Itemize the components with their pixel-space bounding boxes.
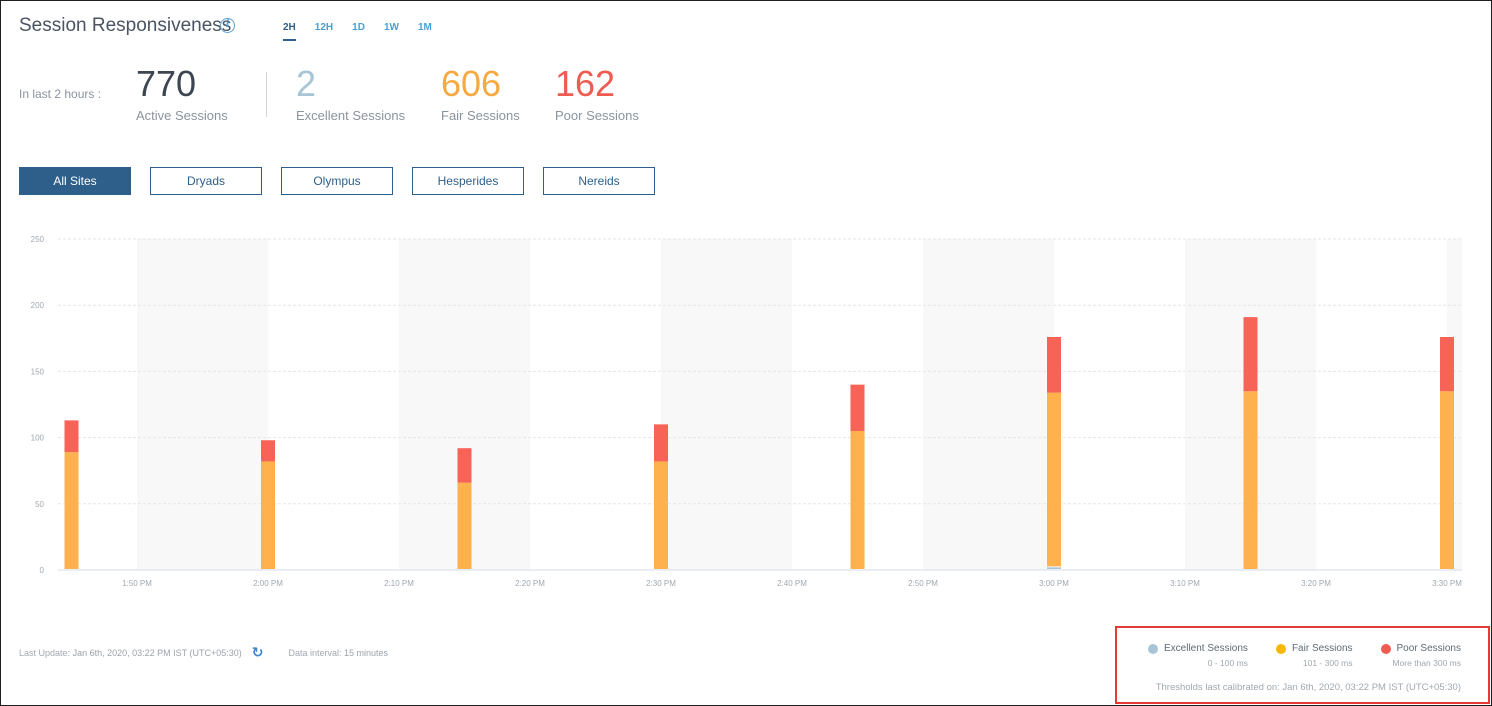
summary-lead: In last 2 hours : <box>19 87 102 101</box>
x-tick-label: 2:20 PM <box>515 579 545 588</box>
kpi-excellent-label: Excellent Sessions <box>296 108 406 123</box>
legend-item-poor: Poor Sessions More than 300 ms <box>1380 643 1461 668</box>
site-all-sites-button[interactable]: All Sites <box>19 167 131 195</box>
calibration-value: Jan 6th, 2020, 03:22 PM IST (UTC+05:30) <box>1282 682 1461 693</box>
x-tick-label: 1:50 PM <box>122 579 152 588</box>
last-update-label: Last Update: <box>19 647 71 658</box>
x-tick-label: 2:10 PM <box>384 579 414 588</box>
kpi-active-value: 770 <box>136 63 197 104</box>
calibration-note: Thresholds last calibrated on: Jan 6th, … <box>1156 682 1461 693</box>
bar-group <box>261 440 275 569</box>
info-icon[interactable]: i <box>220 18 235 33</box>
legend-excellent-range: 0 - 100 ms <box>1207 658 1248 668</box>
site-hesperides-button[interactable]: Hesperides <box>412 167 524 195</box>
bar-group <box>850 384 865 569</box>
y-tick-label: 0 <box>40 566 45 575</box>
x-tick-label: 3:00 PM <box>1039 579 1069 588</box>
site-nereids-button[interactable]: Nereids <box>543 167 655 195</box>
refresh-icon[interactable]: ↻ <box>252 644 264 661</box>
x-tick-label: 2:00 PM <box>253 579 283 588</box>
shaded-band <box>661 239 792 570</box>
bar-group <box>1440 336 1454 569</box>
site-filter: All Sites Dryads Olympus Hesperides Nere… <box>19 167 674 195</box>
interval-label: Data interval: <box>288 647 342 658</box>
kpi-excellent-value: 2 <box>296 63 317 104</box>
bar-group <box>64 420 79 569</box>
bar-fair-sessions <box>457 482 472 569</box>
kpi-fair: 606 Fair Sessions <box>441 62 520 123</box>
bar-poor-sessions <box>261 440 275 462</box>
bar-fair-sessions <box>261 461 275 569</box>
tab-1d[interactable]: 1D <box>352 22 365 41</box>
tab-1w[interactable]: 1W <box>384 22 399 41</box>
kpi-divider <box>266 72 267 117</box>
kpi-poor: 162 Poor Sessions <box>555 62 639 123</box>
kpi-excellent: 2 Excellent Sessions <box>296 62 405 123</box>
kpi-poor-value: 162 <box>555 63 616 104</box>
bar-poor-sessions <box>654 424 668 462</box>
bar-fair-sessions <box>1047 392 1061 567</box>
y-tick-label: 150 <box>31 367 45 376</box>
footer-status: Last Update: Jan 6th, 2020, 03:22 PM IST… <box>19 644 388 661</box>
y-tick-label: 250 <box>31 235 45 244</box>
kpi-fair-label: Fair Sessions <box>441 108 520 123</box>
x-tick-label: 2:50 PM <box>908 579 938 588</box>
bar-fair-sessions <box>64 452 79 569</box>
kpi-poor-label: Poor Sessions <box>555 108 639 123</box>
bar-poor-sessions <box>1440 336 1454 392</box>
y-tick-label: 100 <box>31 434 45 443</box>
x-tick-label: 2:40 PM <box>777 579 807 588</box>
bar-poor-sessions <box>64 420 79 453</box>
kpi-fair-value: 606 <box>441 63 502 104</box>
excellent-dot-icon <box>1148 643 1158 654</box>
legend-poor-range: More than 300 ms <box>1392 658 1461 668</box>
bar-fair-sessions <box>654 461 668 569</box>
bar-group <box>1243 317 1258 569</box>
bar-poor-sessions <box>1047 336 1061 393</box>
tab-1m[interactable]: 1M <box>418 22 432 41</box>
session-chart: 0 50 100 150 200 250 1:50 PM 2:00 PM 2:10 PM 2:2… <box>31 235 1463 588</box>
legend-fair-name: Fair Sessions <box>1291 643 1353 654</box>
bar-fair-sessions <box>1440 391 1454 569</box>
x-tick-label: 2:30 PM <box>646 579 676 588</box>
x-tick-label: 3:30 PM <box>1432 579 1462 588</box>
legend-excellent-name: Excellent Sessions <box>1164 643 1248 654</box>
bar-group <box>1047 336 1061 569</box>
legend-item-fair: Fair Sessions 101 - 300 ms <box>1275 643 1353 668</box>
bar-poor-sessions <box>457 448 472 483</box>
kpi-active: 770 Active Sessions <box>136 62 228 123</box>
bar-fair-sessions <box>850 430 865 569</box>
bar-fair-sessions <box>1243 391 1258 569</box>
x-tick-label: 3:20 PM <box>1301 579 1331 588</box>
bar-group <box>654 424 668 569</box>
last-update-value: Jan 6th, 2020, 03:22 PM IST (UTC+05:30) <box>72 647 242 658</box>
page-title: Session Responsiveness <box>19 15 232 36</box>
shaded-band <box>137 239 268 570</box>
y-tick-label: 50 <box>35 500 44 509</box>
time-range-tabs: 2H 12H 1D 1W 1M <box>283 22 451 41</box>
bar-poor-sessions <box>1243 317 1258 392</box>
bar-group <box>457 448 472 569</box>
fair-dot-icon <box>1275 643 1286 654</box>
bar-poor-sessions <box>850 384 865 431</box>
x-tick-label: 3:10 PM <box>1170 579 1200 588</box>
y-tick-label: 200 <box>31 301 45 310</box>
interval-value: 15 minutes <box>344 647 389 658</box>
calibration-label: Thresholds last calibrated on: <box>1155 682 1280 693</box>
legend-poor-name: Poor Sessions <box>1396 643 1461 654</box>
site-dryads-button[interactable]: Dryads <box>150 167 262 195</box>
tab-2h[interactable]: 2H <box>283 22 296 41</box>
legend-item-excellent: Excellent Sessions 0 - 100 ms <box>1148 643 1248 668</box>
site-olympus-button[interactable]: Olympus <box>281 167 393 195</box>
shaded-band <box>923 239 1054 570</box>
kpi-active-label: Active Sessions <box>136 108 228 123</box>
poor-dot-icon <box>1380 643 1391 654</box>
tab-12h[interactable]: 12H <box>315 22 333 41</box>
legend-box: Excellent Sessions 0 - 100 ms Fair Sessi… <box>1115 626 1490 704</box>
legend-fair-range: 101 - 300 ms <box>1302 658 1353 668</box>
bar-excellent-sessions <box>1047 567 1061 569</box>
